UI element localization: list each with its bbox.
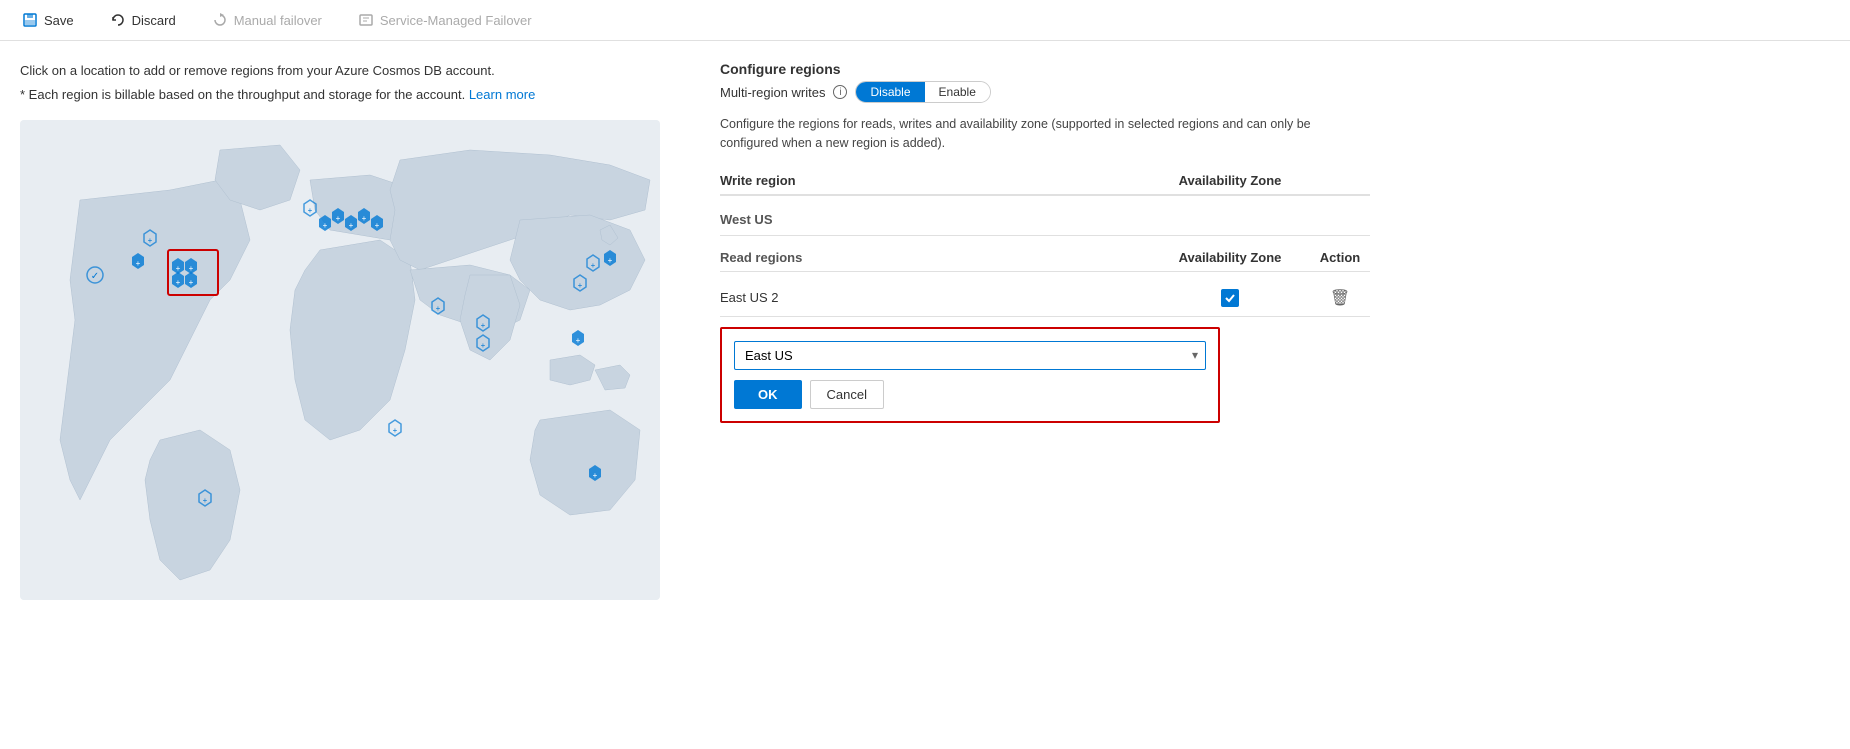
- manual-failover-label: Manual failover: [234, 13, 322, 28]
- service-managed-label: Service-Managed Failover: [380, 13, 532, 28]
- svg-text:+: +: [578, 281, 583, 290]
- description: Click on a location to add or remove reg…: [20, 61, 670, 104]
- svg-text:+: +: [189, 278, 194, 287]
- checkmark-icon: [1224, 292, 1236, 304]
- multi-region-label: Multi-region writes: [720, 85, 825, 100]
- service-managed-icon: [358, 12, 374, 28]
- delete-button[interactable]: 🗑: [1330, 288, 1350, 308]
- regions-table: Write region Availability Zone West US R…: [720, 173, 1370, 423]
- th-write-az: Availability Zone: [1150, 173, 1310, 188]
- az-checkbox[interactable]: [1221, 289, 1239, 307]
- configure-desc: Configure the regions for reads, writes …: [720, 115, 1340, 153]
- svg-text:+: +: [375, 221, 380, 230]
- sh-read-regions: Read regions: [720, 250, 1150, 265]
- read-region-row-east-us-2: East US 2 🗑: [720, 280, 1370, 317]
- read-region-name: East US 2: [720, 290, 1150, 305]
- svg-text:+: +: [436, 304, 441, 313]
- disable-toggle-btn[interactable]: Disable: [856, 82, 924, 102]
- read-region-action-cell: 🗑: [1310, 288, 1370, 308]
- svg-text:+: +: [393, 426, 398, 435]
- save-button[interactable]: Save: [16, 8, 80, 32]
- region-dropdown-wrapper: East US East US 2 West US West US 2 Nort…: [734, 341, 1206, 370]
- left-panel: Click on a location to add or remove reg…: [20, 61, 700, 600]
- ok-button[interactable]: OK: [734, 380, 802, 409]
- svg-text:+: +: [481, 341, 486, 350]
- svg-text:+: +: [362, 214, 367, 223]
- enable-toggle-btn[interactable]: Enable: [925, 82, 990, 102]
- svg-text:+: +: [136, 259, 141, 268]
- svg-text:+: +: [308, 206, 313, 215]
- multi-region-row: Multi-region writes i Disable Enable: [720, 81, 1830, 103]
- th-write-region: Write region: [720, 173, 1150, 188]
- map-container[interactable]: ✓ + + +: [20, 120, 660, 600]
- right-panel: Configure regions Multi-region writes i …: [700, 61, 1830, 600]
- cancel-button[interactable]: Cancel: [810, 380, 884, 409]
- save-label: Save: [44, 13, 74, 28]
- info-icon[interactable]: i: [833, 85, 847, 99]
- svg-text:+: +: [576, 336, 581, 345]
- svg-text:+: +: [593, 471, 598, 480]
- write-region-value: West US: [720, 212, 1150, 227]
- desc-line2: * Each region is billable based on the t…: [20, 85, 670, 105]
- region-select[interactable]: East US East US 2 West US West US 2 Nort…: [734, 341, 1206, 370]
- configure-title: Configure regions: [720, 61, 1830, 77]
- discard-label: Discard: [132, 13, 176, 28]
- svg-text:+: +: [591, 261, 596, 270]
- svg-text:+: +: [336, 214, 341, 223]
- world-map: ✓ + + +: [20, 120, 660, 600]
- save-icon: [22, 12, 38, 28]
- svg-text:+: +: [189, 264, 194, 273]
- svg-text:+: +: [323, 221, 328, 230]
- dropdown-row: East US East US 2 West US West US 2 Nort…: [734, 341, 1206, 370]
- multi-region-toggle: Disable Enable: [855, 81, 990, 103]
- svg-text:+: +: [608, 256, 613, 265]
- svg-text:+: +: [481, 321, 486, 330]
- svg-text:✓: ✓: [91, 271, 99, 282]
- svg-text:+: +: [176, 278, 181, 287]
- discard-icon: [110, 12, 126, 28]
- read-region-az-cell: [1150, 289, 1310, 307]
- manual-failover-button[interactable]: Manual failover: [206, 8, 328, 32]
- service-managed-failover-button[interactable]: Service-Managed Failover: [352, 8, 538, 32]
- sh-read-az: Availability Zone: [1150, 250, 1310, 265]
- read-regions-header: Read regions Availability Zone Action: [720, 244, 1370, 272]
- svg-text:+: +: [176, 264, 181, 273]
- learn-more-link[interactable]: Learn more: [469, 87, 535, 102]
- manual-failover-icon: [212, 12, 228, 28]
- svg-text:+: +: [203, 496, 208, 505]
- svg-text:+: +: [349, 221, 354, 230]
- discard-button[interactable]: Discard: [104, 8, 182, 32]
- sh-read-action: Action: [1310, 250, 1370, 265]
- desc-line1: Click on a location to add or remove reg…: [20, 61, 670, 81]
- table-header-write: Write region Availability Zone: [720, 173, 1370, 196]
- add-region-container: East US East US 2 West US West US 2 Nort…: [720, 327, 1220, 423]
- main-content: Click on a location to add or remove reg…: [0, 41, 1850, 620]
- toolbar: Save Discard Manual failover Service-Man…: [0, 0, 1850, 41]
- svg-text:+: +: [148, 236, 153, 245]
- write-region-row: West US: [720, 204, 1370, 236]
- action-buttons: OK Cancel: [734, 380, 1206, 409]
